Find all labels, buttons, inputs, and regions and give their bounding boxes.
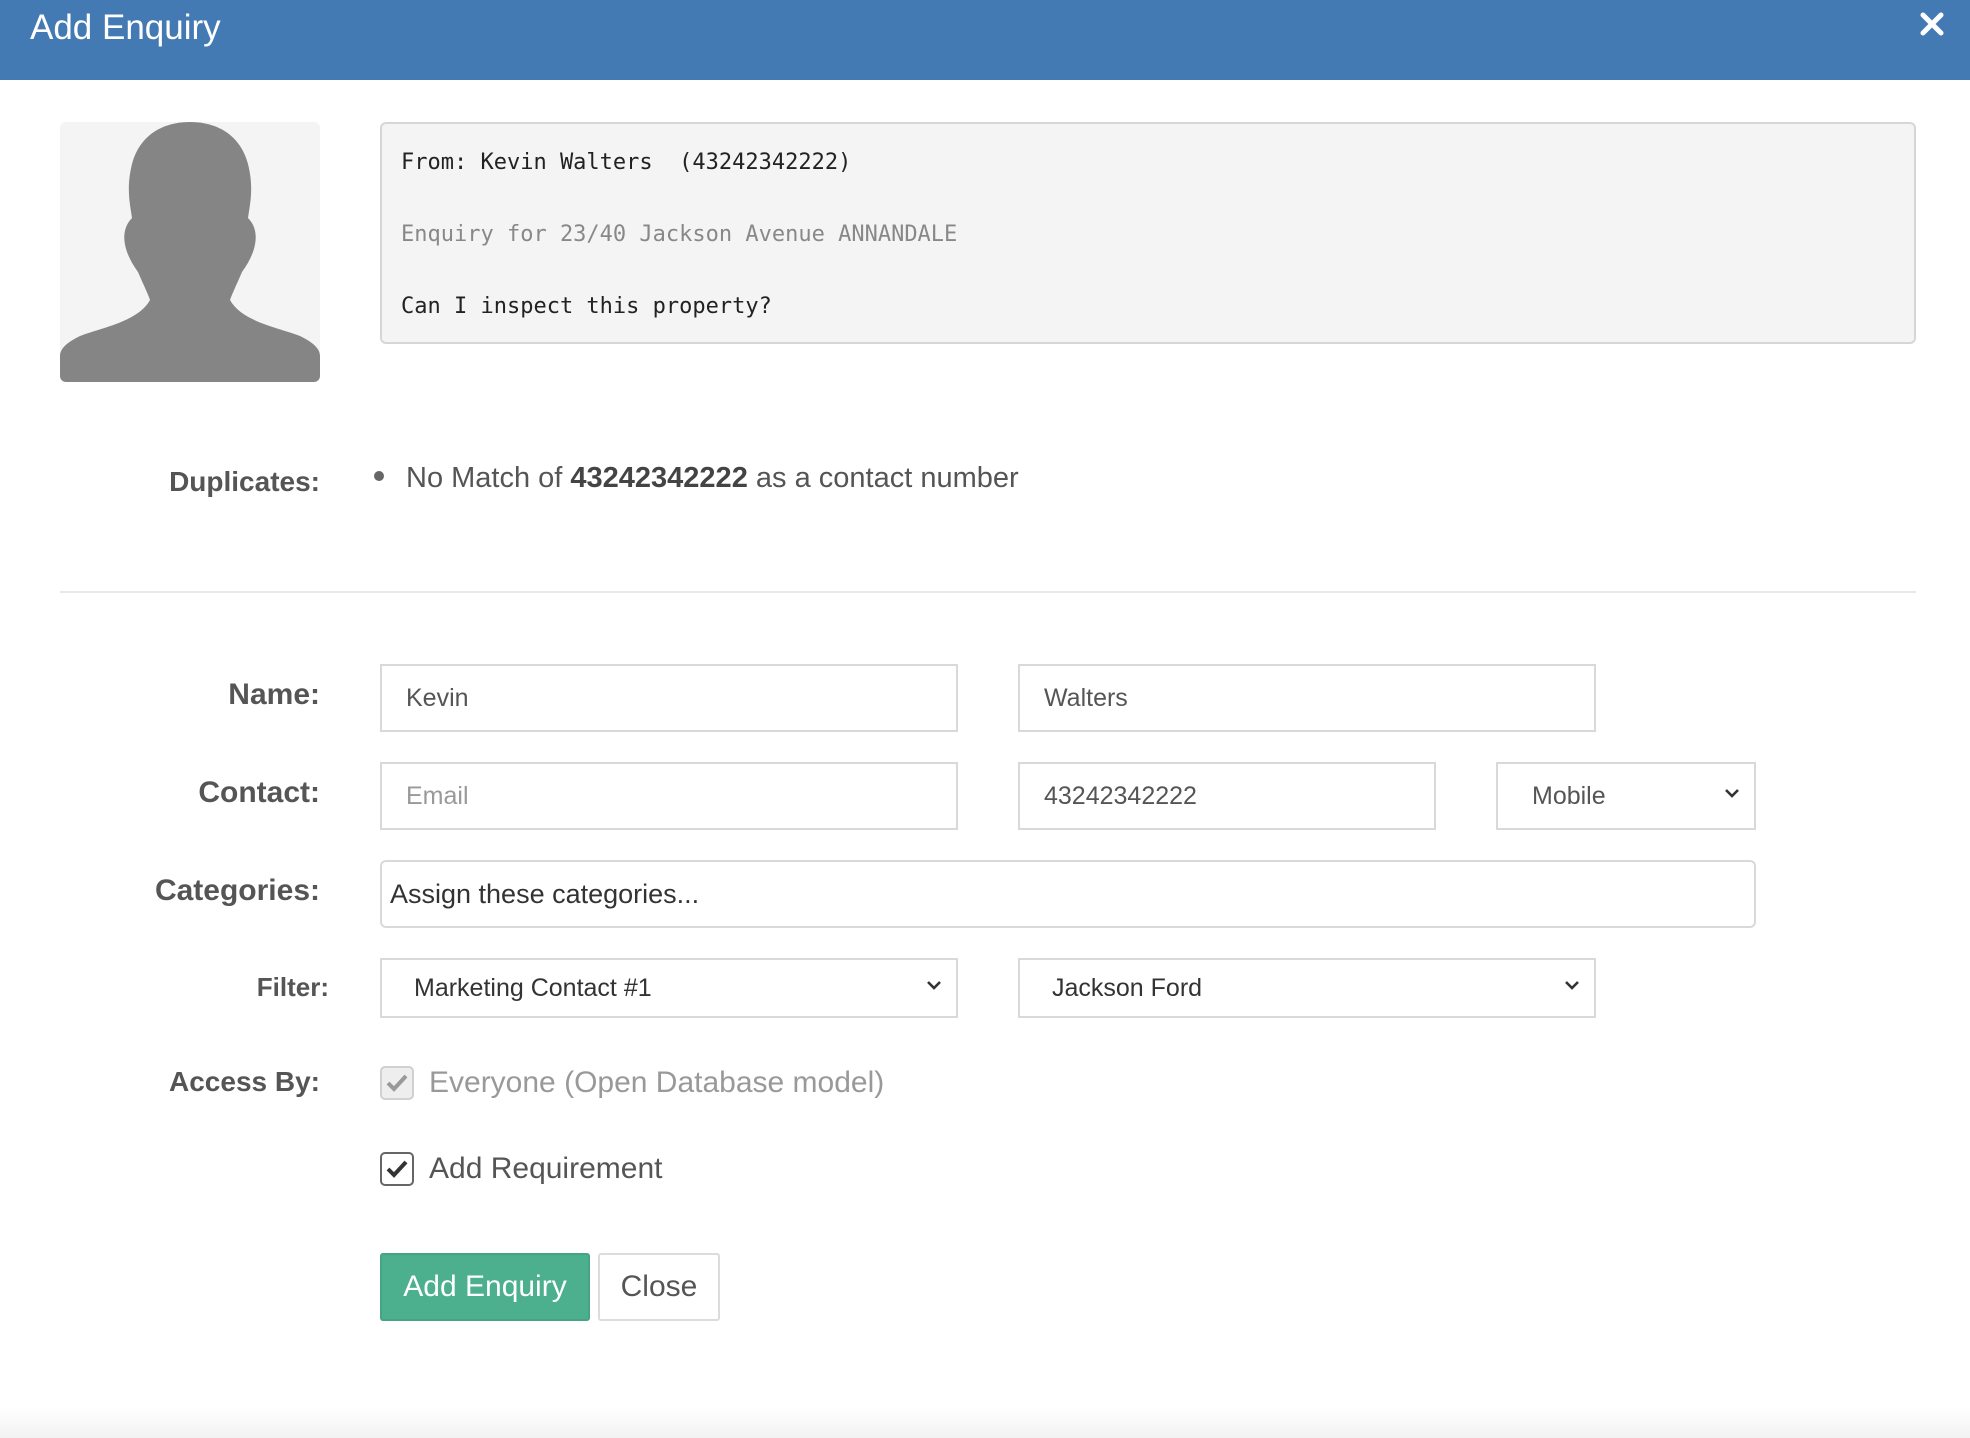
close-icon[interactable] [1918,10,1946,38]
filter-agent-select[interactable]: Jackson Ford [1018,958,1596,1018]
everyone-checkbox[interactable] [380,1066,414,1100]
filter-agent-value: Jackson Ford [1052,973,1203,1002]
phone-field[interactable]: 43242342222 [1018,762,1436,830]
modal-footer-shadow [0,1408,1970,1438]
add-requirement-label: Add Requirement [429,1152,663,1185]
divider [60,591,1916,593]
chevron-down-icon [927,981,941,990]
access-label: Access By: [169,1066,320,1097]
email-field[interactable]: Email [380,762,958,830]
filter-contact-value: Marketing Contact #1 [414,973,652,1002]
first-name-field[interactable]: Kevin [380,664,958,732]
phone-type-value: Mobile [1532,781,1606,810]
user-silhouette-icon [60,122,320,382]
duplicates-item: No Match of 43242342222 as a contact num… [374,462,1019,495]
avatar [60,122,320,382]
message-property: Enquiry for 23/40 Jackson Avenue ANNANDA… [401,222,958,247]
filter-label: Filter: [256,972,329,1002]
duplicates-suffix: as a contact number [755,462,1019,494]
last-name-field[interactable]: Walters [1018,664,1596,732]
categories-input[interactable]: Assign these categories... [380,860,1756,928]
contact-label: Contact: [198,776,320,809]
bullet-icon [374,471,384,482]
enquiry-message: From: Kevin Walters (43242342222) Enquir… [380,122,1916,344]
message-from: From: Kevin Walters (43242342222) [401,150,852,175]
everyone-label: Everyone (Open Database model) [429,1066,885,1099]
duplicates-number: 43242342222 [570,462,748,494]
duplicates-prefix: No Match of [406,462,563,494]
chevron-down-icon [1565,981,1579,990]
add-requirement-checkbox[interactable] [380,1152,414,1186]
phone-type-select[interactable]: Mobile [1496,762,1756,830]
chevron-down-icon [1725,789,1739,798]
categories-label: Categories: [154,874,320,907]
modal-title: Add Enquiry [30,8,221,47]
filter-contact-select[interactable]: Marketing Contact #1 [380,958,958,1018]
check-icon [386,1074,408,1092]
close-button[interactable]: Close [598,1253,720,1321]
duplicates-label: Duplicates: [169,466,320,497]
check-icon [386,1160,408,1178]
modal-header: Add Enquiry [0,0,1970,80]
name-label: Name: [228,678,320,711]
message-body: Can I inspect this property? [401,294,772,319]
add-enquiry-button[interactable]: Add Enquiry [380,1253,590,1321]
